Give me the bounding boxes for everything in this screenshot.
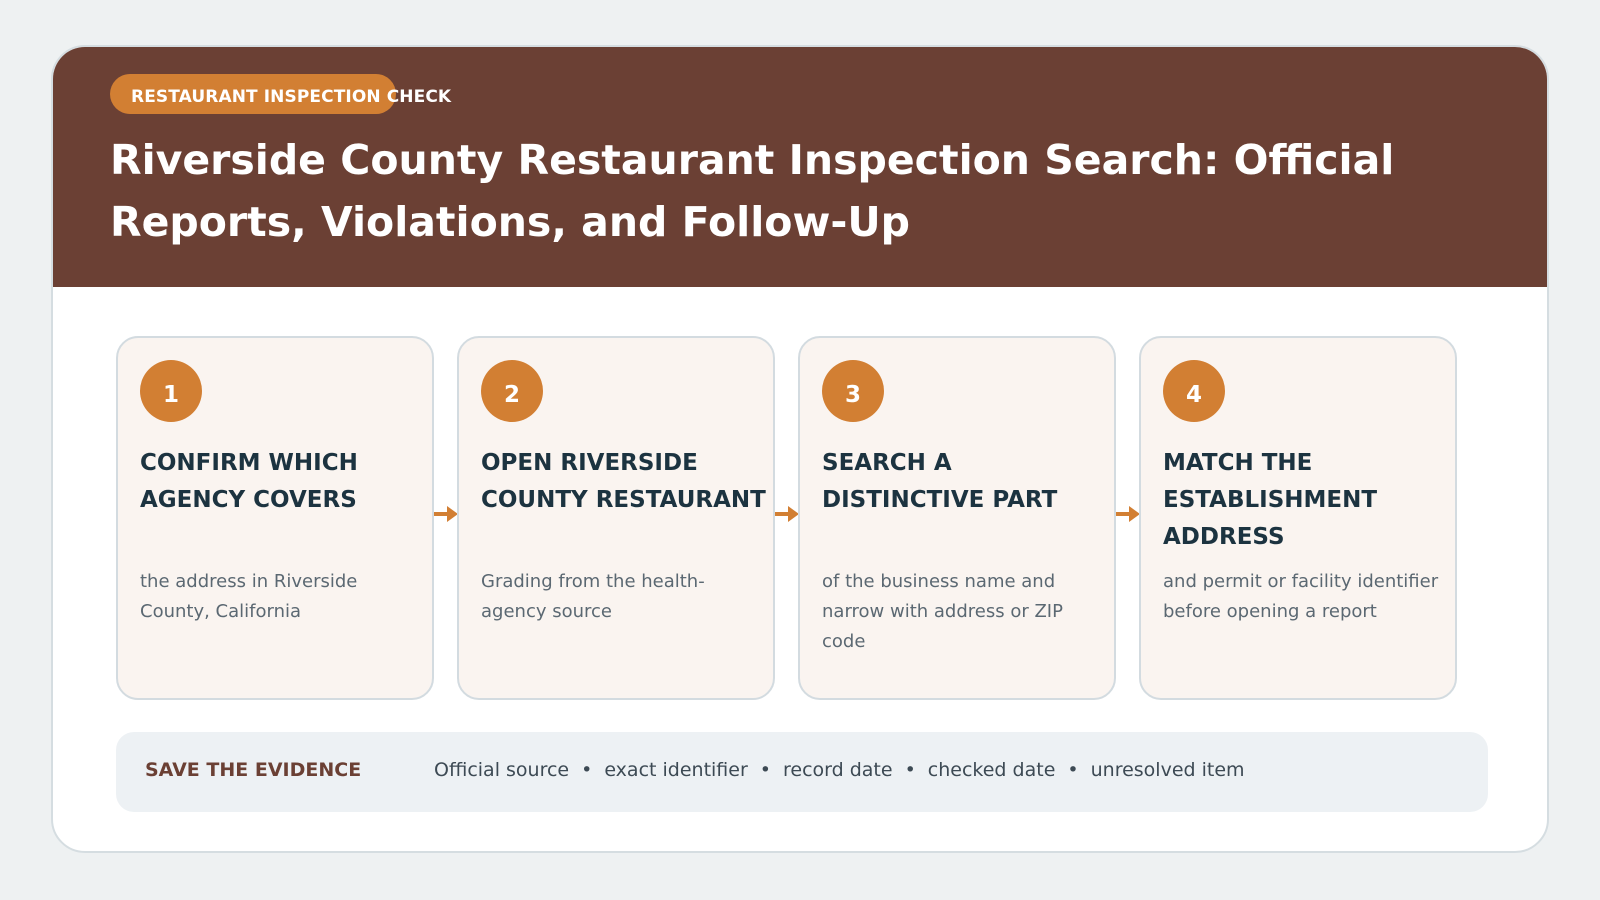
step-description: of the business name and narrow with add… [822,571,1063,652]
evidence-item: unresolved item [1090,759,1245,781]
infographic-card: RESTAURANT INSPECTION CHECK Riverside Co… [51,45,1549,853]
arrow-right-icon [434,506,458,522]
evidence-items: Official source • exact identifier • record … [434,759,1245,781]
step-title: CONFIRM WHICH AGENCY COVERS [140,450,358,513]
step-card-4: 4 MATCH THE ESTABLISHMENT ADDRESS and pe… [1139,336,1457,700]
category-badge-label: RESTAURANT INSPECTION CHECK [131,87,452,107]
step-number-badge: 1 [140,360,202,422]
step-description: the address in Riverside County, Califor… [140,571,358,622]
evidence-item: Official source [434,759,570,781]
evidence-item: exact identifier [604,759,748,781]
step-number-badge: 4 [1163,360,1225,422]
evidence-bar: SAVE THE EVIDENCE Official source • exact … [116,732,1488,812]
evidence-label: SAVE THE EVIDENCE [145,759,362,781]
step-description: Grading from the health-agency source [481,571,705,622]
step-title: SEARCH A DISTINCTIVE PART [822,450,1058,513]
step-card-2: 2 OPEN RIVERSIDE COUNTY RESTAURANT Gradi… [457,336,775,700]
evidence-item: record date [783,759,893,781]
step-card-3: 3 SEARCH A DISTINCTIVE PART of the busin… [798,336,1116,700]
step-description: and permit or facility identifier before… [1163,571,1439,622]
step-card-1: 1 CONFIRM WHICH AGENCY COVERS the addres… [116,336,434,700]
arrow-right-icon [1116,506,1140,522]
step-number-badge: 3 [822,360,884,422]
bullet-separator: • [759,759,771,781]
arrow-right-icon [775,506,799,522]
header-banner: RESTAURANT INSPECTION CHECK Riverside Co… [53,47,1547,287]
bullet-separator: • [904,759,916,781]
bullet-separator: • [581,759,593,781]
step-title: OPEN RIVERSIDE COUNTY RESTAURANT [481,450,766,513]
evidence-item: checked date [927,759,1056,781]
bullet-separator: • [1067,759,1079,781]
step-title: MATCH THE ESTABLISHMENT ADDRESS [1163,450,1378,550]
step-number-badge: 2 [481,360,543,422]
page-title: Riverside County Restaurant Inspection S… [110,136,1395,246]
